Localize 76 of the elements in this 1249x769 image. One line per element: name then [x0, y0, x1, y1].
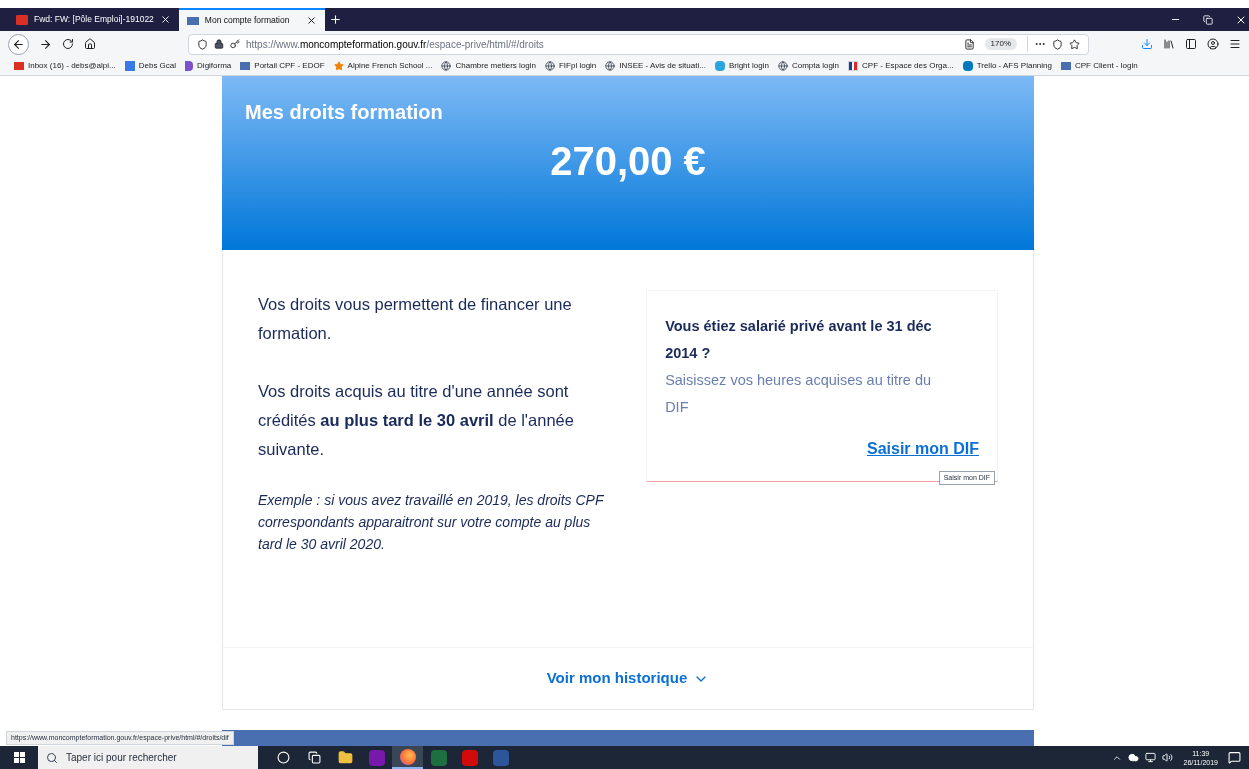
download-icon[interactable] — [1141, 38, 1153, 50]
globe-icon — [777, 61, 788, 71]
star-icon[interactable] — [1069, 38, 1080, 50]
url-text: https://www.moncompteformation.gouv.fr/espace-prive/html/#/droits — [246, 37, 544, 52]
site-logo-icon — [240, 62, 251, 70]
dif-description: Saisissez vos heures acquises au titre du DIF — [665, 371, 933, 417]
task-view-icon — [308, 751, 321, 764]
calendar-icon — [124, 61, 135, 71]
volume-icon[interactable] — [1162, 752, 1174, 763]
browser-tab[interactable]: Mon compte formation — [178, 8, 325, 31]
site-logo-icon — [1060, 62, 1071, 70]
letter-icon — [185, 61, 194, 71]
firefox-icon — [399, 748, 416, 765]
flag-icon — [848, 61, 859, 71]
onenote-icon — [368, 749, 385, 766]
acrobat-icon — [461, 749, 478, 766]
bookmark-item[interactable]: Trello - AFS Planning — [962, 60, 1052, 72]
bookmark-item[interactable]: Inbox (16) - debs@alpi... — [14, 60, 116, 72]
example-text: Exemple : si vous avez travaillé en 2019, les droits CPF correspondants apparaitront sur votre compte au plus tard le 30 avril 2020. — [258, 491, 605, 554]
circle-icon — [277, 751, 290, 764]
globe-icon — [441, 61, 452, 71]
bookmark-item[interactable]: INSEE - Avis de situati... — [605, 60, 706, 72]
star-icon — [333, 61, 344, 71]
dif-question: Vous étiez salarié privé avant le 31 déc 2014 ? — [665, 317, 933, 363]
sidebar-icon[interactable] — [1185, 38, 1197, 50]
home-icon[interactable] — [84, 38, 96, 50]
reader-view-icon[interactable] — [963, 38, 975, 50]
notification-icon[interactable] — [1228, 751, 1241, 764]
mail-icon — [16, 14, 28, 25]
back-arrow-icon — [12, 37, 25, 51]
globe-icon — [605, 61, 616, 71]
forward-icon[interactable] — [39, 37, 52, 51]
bookmark-item[interactable]: CPF - Espace des Orga... — [848, 60, 954, 72]
excel-icon — [430, 749, 447, 766]
bookmark-item[interactable]: Digiforma — [185, 60, 232, 72]
bookmark-item[interactable]: Debs Gcal — [124, 60, 177, 72]
info-paragraph: Vos droits acquis au titre d'une année sont crédités au plus tard le 30 avril de l'année suivante. — [258, 381, 575, 460]
windows-logo-icon — [13, 752, 25, 763]
trello-icon — [962, 61, 973, 71]
cloud-icon[interactable] — [1128, 752, 1140, 763]
library-icon[interactable] — [1163, 38, 1175, 50]
close-icon[interactable] — [159, 14, 171, 25]
search-field[interactable]: Taper ici pour rechercher — [38, 746, 258, 769]
browser-tab[interactable]: Fwd: FW: [Pôle Emploi]-191022 — [8, 8, 179, 31]
mail-icon — [14, 62, 24, 70]
close-icon[interactable] — [305, 15, 317, 26]
search-icon — [46, 751, 58, 764]
header-title: Mes droits formation — [245, 100, 443, 125]
folder-icon — [338, 750, 353, 765]
enter-dif-link[interactable]: Saisir mon DIF — [866, 437, 979, 461]
bookmark-item[interactable]: Compta login — [777, 60, 840, 72]
history-toggle[interactable]: Voir mon historique — [546, 667, 710, 690]
reload-icon[interactable] — [62, 38, 74, 50]
back-button[interactable] — [8, 33, 29, 55]
site-logo-icon — [186, 16, 199, 25]
bookmark-item[interactable]: Bright login — [714, 60, 769, 72]
info-paragraph: Vos droits vous permettent de financer une formation. — [258, 294, 573, 344]
account-icon[interactable] — [1207, 38, 1219, 50]
shield-icon[interactable] — [197, 38, 208, 50]
menu-icon[interactable] — [1229, 38, 1241, 50]
bright-icon — [714, 61, 725, 71]
bookmark-item[interactable]: Portail CPF - EDOF — [240, 60, 325, 72]
word-icon — [492, 749, 509, 766]
zoom-level[interactable]: 170% — [984, 38, 1017, 50]
bookmark-item[interactable]: CPF Client - login — [1060, 60, 1138, 72]
taskbar-app[interactable] — [392, 746, 423, 769]
globe-icon — [544, 61, 555, 71]
bookmark-item[interactable]: Chambre metiers login — [441, 60, 536, 72]
address-bar[interactable]: https://www.moncompteformation.gouv.fr/espace-prive/html/#/droits 170% — [188, 33, 1089, 55]
lock-icon[interactable] — [214, 39, 224, 49]
bookmark-item[interactable]: FIFpl login — [544, 60, 597, 72]
balance-amount: 270,00 € — [550, 138, 706, 185]
restore-icon[interactable] — [1203, 14, 1213, 25]
key-icon[interactable] — [230, 39, 240, 49]
bookmark-item[interactable]: Alpine French School ... — [333, 60, 433, 72]
new-tab-icon[interactable] — [328, 13, 342, 26]
